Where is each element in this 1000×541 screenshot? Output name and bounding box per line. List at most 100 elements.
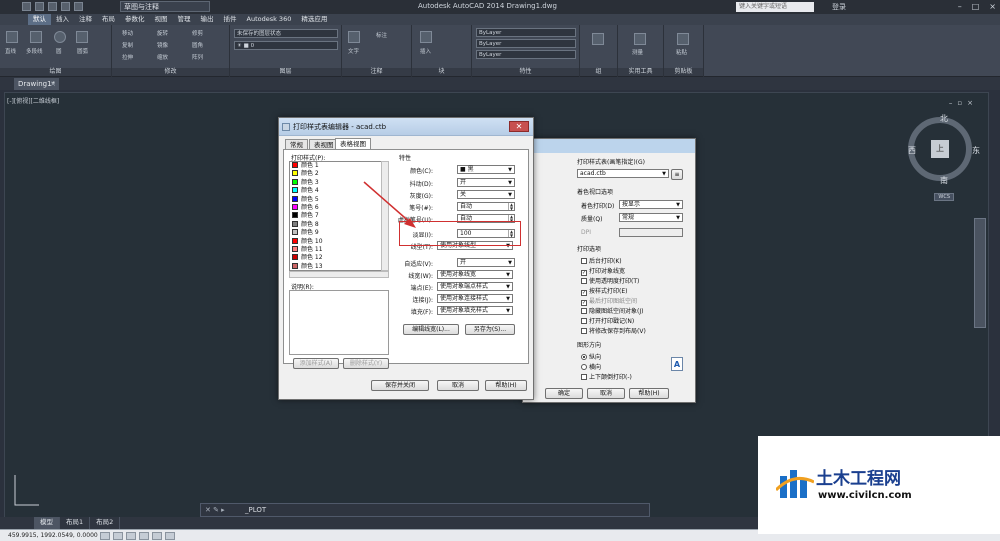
cancel-button[interactable]: 取消 [437, 380, 479, 391]
plot-option-checkbox[interactable]: 使用透明度打印(T) [581, 276, 639, 285]
navigation-bar[interactable] [974, 218, 986, 328]
dither-select[interactable]: 开 ▼ [457, 178, 515, 187]
checkbox-box[interactable] [581, 328, 587, 334]
portrait-radio[interactable]: 纵向 [581, 352, 601, 361]
tab-output[interactable]: 输出 [196, 14, 219, 25]
group-label-block[interactable]: 块 [412, 68, 471, 76]
text-icon[interactable] [348, 31, 360, 43]
style-item[interactable]: 颜色 13 [290, 262, 388, 270]
group-label-properties[interactable]: 特性 [472, 68, 579, 76]
move-tool[interactable]: 移动 [122, 29, 133, 37]
new-icon[interactable] [22, 2, 31, 11]
workspace-dropdown[interactable]: 草图与注释 [120, 1, 210, 12]
snap-icon[interactable] [100, 532, 110, 540]
circle-icon[interactable] [54, 31, 66, 43]
mirror-tool[interactable]: 镜像 [157, 41, 168, 49]
compass-north[interactable]: 北 [940, 113, 948, 124]
stretch-tool[interactable]: 拉伸 [122, 53, 133, 61]
styles-horizontal-scrollbar[interactable] [289, 271, 389, 278]
osnap-icon[interactable] [152, 532, 162, 540]
group-label-utilities[interactable]: 实用工具 [618, 68, 663, 76]
maximize-icon[interactable]: □ [972, 2, 980, 11]
paste-icon[interactable] [677, 33, 689, 45]
shade-plot-select[interactable]: 按显示 ▼ [619, 200, 683, 209]
quality-select[interactable]: 常规 ▼ [619, 213, 683, 222]
save-icon[interactable] [48, 2, 57, 11]
plot-ok-button[interactable]: 确定 [545, 388, 583, 399]
endstyle-select[interactable]: 使用对象端点样式 ▼ [437, 282, 513, 291]
tab-layout[interactable]: 布局 [97, 14, 120, 25]
joinstyle-select[interactable]: 使用对象连接样式 ▼ [437, 294, 513, 303]
viewport-controls[interactable]: [-][俯视][二维线框] [7, 96, 59, 105]
plot-option-checkbox[interactable]: 将修改保存到布局(V) [581, 326, 646, 335]
wcs-menu[interactable]: WCS [934, 193, 954, 201]
style-item[interactable]: 颜色 10 [290, 237, 388, 246]
group-label-groups[interactable]: 组 [580, 68, 617, 76]
plot-dialog-titlebar[interactable] [523, 139, 695, 153]
group-label-clipboard[interactable]: 剪贴板 [664, 68, 703, 76]
measure-icon[interactable] [634, 33, 646, 45]
lineweight-dropdown[interactable]: ByLayer [476, 39, 576, 48]
chevron-down-icon[interactable]: ▼ [507, 192, 513, 198]
quick-access-toolbar[interactable] [22, 2, 83, 11]
chevron-down-icon[interactable]: ▼ [505, 284, 511, 290]
tab-manage[interactable]: 管理 [173, 14, 196, 25]
color-dropdown[interactable]: ByLayer [476, 28, 576, 37]
array-tool[interactable]: 阵列 [192, 53, 203, 61]
checkbox-box[interactable] [581, 308, 587, 314]
rotate-tool[interactable]: 旋转 [157, 29, 168, 37]
polyline-icon[interactable] [30, 31, 42, 43]
insert-block-icon[interactable] [420, 31, 432, 43]
checkbox-box[interactable] [581, 278, 587, 284]
compass-east[interactable]: 东 [972, 145, 980, 156]
save-and-close-button[interactable]: 保存并关闭 [371, 380, 429, 391]
adaptive-select[interactable]: 开 ▼ [457, 258, 515, 267]
grid-icon[interactable] [113, 532, 123, 540]
plot-option-checkbox[interactable]: 隐藏图纸空间对象(J) [581, 306, 643, 315]
viewcube-top-face[interactable]: 上 [931, 140, 949, 158]
scale-tool[interactable]: 缩放 [157, 53, 168, 61]
plot-option-checkbox[interactable]: ✓ 最后打印图纸空间 [581, 296, 637, 306]
tab-plugins[interactable]: 插件 [219, 14, 242, 25]
chevron-down-icon[interactable]: ▼ [505, 308, 511, 314]
tab-layout1[interactable]: 布局1 [60, 517, 91, 529]
chevron-down-icon[interactable]: ▼ [505, 272, 511, 278]
group-label-layers[interactable]: 图层 [230, 68, 341, 76]
fillet-tool[interactable]: 圆角 [192, 41, 203, 49]
close-icon[interactable]: × [989, 2, 996, 11]
tab-layout2[interactable]: 布局2 [90, 517, 121, 529]
search-input[interactable]: 键入关键字或短语 [736, 2, 814, 12]
minimize-icon[interactable]: – [958, 2, 962, 11]
checkbox-box[interactable] [581, 258, 587, 264]
edit-lineweights-button[interactable]: 编辑线宽(L)... [403, 324, 459, 335]
delete-style-button[interactable]: 删除样式(Y) [343, 358, 389, 369]
upside-down-box[interactable] [581, 374, 587, 380]
otrack-icon[interactable] [165, 532, 175, 540]
chevron-down-icon[interactable]: ▼ [505, 296, 511, 302]
tab-featured-apps[interactable]: 精选应用 [296, 14, 332, 25]
plot-option-checkbox[interactable]: 后台打印(K) [581, 256, 622, 265]
style-item[interactable]: 颜色 12 [290, 254, 388, 262]
login-button[interactable]: 登录 [832, 2, 846, 12]
pen-input[interactable]: 自动 ▲ ▼ [457, 202, 515, 211]
add-style-button[interactable]: 添加样式(A) [293, 358, 339, 369]
landscape-radio[interactable]: 横向 [581, 362, 601, 371]
chevron-down-icon[interactable]: ▼ [507, 180, 513, 186]
save-as-button[interactable]: 另存为(S)... [465, 324, 515, 335]
group-icon[interactable] [592, 33, 604, 45]
chevron-down-icon[interactable]: ▼ [507, 260, 513, 266]
command-line[interactable]: ✕ ✎ ▸ _PLOT [200, 503, 650, 517]
dpi-input[interactable] [619, 228, 683, 237]
layer-state-dropdown[interactable]: 未保存的图层状态 [234, 29, 338, 38]
gray-select[interactable]: 关 ▼ [457, 190, 515, 199]
fill-select[interactable]: 使用对象填充样式 ▼ [437, 306, 513, 315]
color-select[interactable]: ■ 黑 ▼ [457, 165, 515, 174]
trim-tool[interactable]: 修剪 [192, 29, 203, 37]
tab-annotate[interactable]: 注释 [74, 14, 97, 25]
close-icon[interactable]: ✕ [509, 121, 529, 132]
plot-table-select[interactable]: acad.ctb ▼ [577, 169, 669, 178]
edit-table-button[interactable]: ≡ [671, 169, 683, 180]
landscape-radio-dot[interactable] [581, 364, 587, 370]
editor-titlebar[interactable]: 打印样式表编辑器 - acad.ctb ✕ [279, 118, 533, 136]
viewport-window-controls[interactable]: –▫× [949, 99, 978, 107]
